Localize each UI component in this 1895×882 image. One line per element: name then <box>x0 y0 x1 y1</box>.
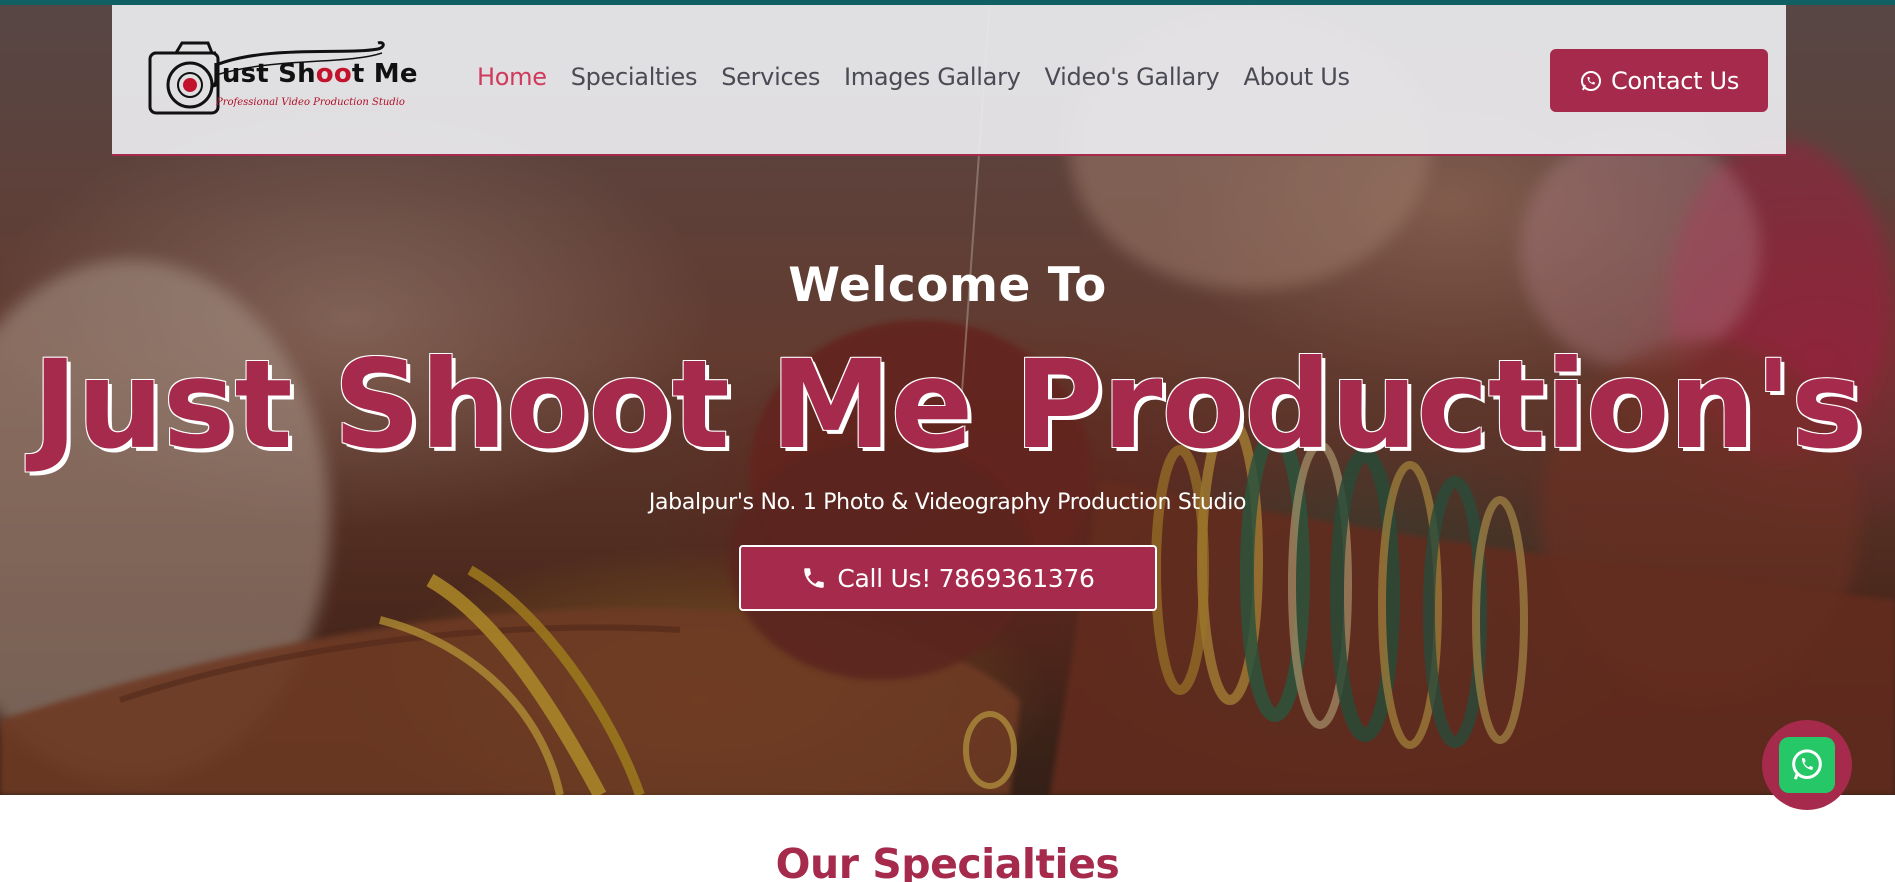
brand-logo[interactable]: Just Shoot Me Professional Video Product… <box>146 35 426 125</box>
hero-title: Just Shoot Me Production's <box>32 334 1863 476</box>
hero-welcome-text: Welcome To <box>788 258 1107 313</box>
top-accent-strip <box>0 0 1895 5</box>
nav-item-images-gallary[interactable]: Images Gallary <box>832 63 1033 91</box>
whatsapp-float-button[interactable] <box>1762 720 1852 810</box>
phone-icon <box>804 568 825 588</box>
site-header: Just Shoot Me Professional Video Product… <box>112 5 1786 156</box>
logo-title: Just Shoot Me <box>212 59 418 89</box>
section-title-specialties: Our Specialties <box>775 840 1120 882</box>
nav-item-services[interactable]: Services <box>709 63 832 91</box>
contact-us-label: Contact Us <box>1610 66 1740 95</box>
whatsapp-icon <box>1580 70 1601 91</box>
nav-item-home[interactable]: Home <box>465 63 559 91</box>
contact-us-button[interactable]: Contact Us <box>1550 49 1768 112</box>
logo-tagline: Professional Video Production Studio <box>216 97 405 108</box>
call-us-button[interactable]: Call Us! 7869361376 <box>739 545 1157 611</box>
main-nav: Home Specialties Services Images Gallary… <box>465 63 1362 91</box>
whatsapp-icon <box>1779 737 1835 793</box>
nav-item-specialties[interactable]: Specialties <box>559 63 710 91</box>
hero-subtitle: Jabalpur's No. 1 Photo & Videography Pro… <box>648 490 1247 515</box>
call-us-label: Call Us! 7869361376 <box>837 563 1095 593</box>
nav-item-videos-gallary[interactable]: Video's Gallary <box>1033 63 1232 91</box>
nav-item-about-us[interactable]: About Us <box>1231 63 1361 91</box>
